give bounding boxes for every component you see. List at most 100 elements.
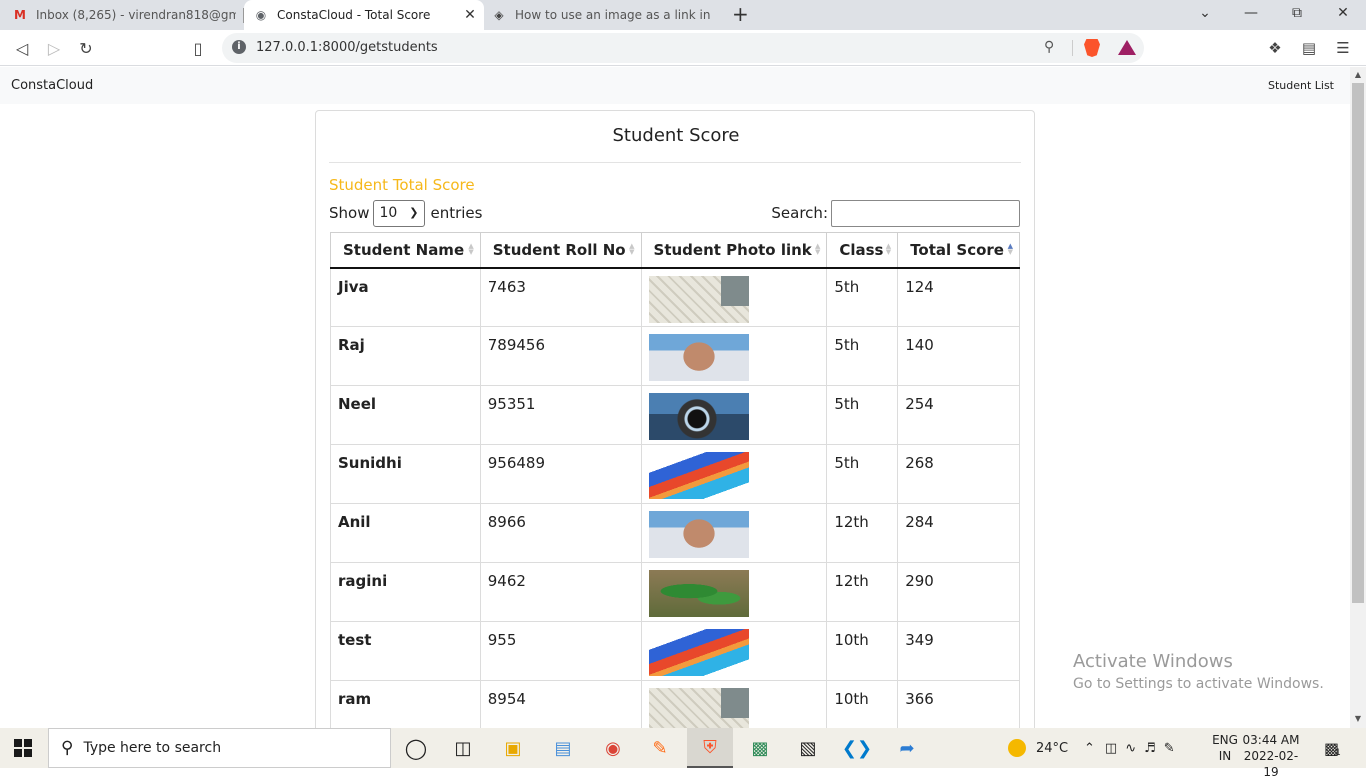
chevron-up-icon[interactable]: ⌃ xyxy=(1084,741,1095,756)
table-row: Neel 95351 5th 254 xyxy=(330,385,1020,445)
close-window-icon[interactable]: ✕ xyxy=(1333,5,1353,21)
language-indicator[interactable]: ENG IN xyxy=(1212,732,1238,764)
globe-icon: ◉ xyxy=(255,8,267,22)
column-header-class[interactable]: Class ▲ ▼ xyxy=(826,232,899,269)
class-cell: 5th xyxy=(826,385,899,445)
site-info-icon[interactable]: i xyxy=(232,40,246,54)
forward-icon[interactable]: ▷ xyxy=(44,38,64,58)
url-text[interactable]: 127.0.0.1:8000/getstudents xyxy=(256,40,438,55)
divider xyxy=(329,162,1021,163)
student-photo-link[interactable] xyxy=(648,452,749,499)
wallet-icon[interactable]: ▤ xyxy=(1300,39,1318,57)
photo-cell xyxy=(640,444,828,504)
student-name-cell: ragini xyxy=(330,562,481,622)
tab-gmail-inbox[interactable]: M Inbox (8,265) - virendran818@gmail.co xyxy=(0,0,243,30)
zoom-icon[interactable]: ⚲ xyxy=(1044,39,1054,55)
restore-icon[interactable]: ⧉ xyxy=(1287,5,1307,21)
column-header-total-score[interactable]: Total Score ▲ ▼ xyxy=(897,232,1020,269)
scrollbar-thumb[interactable] xyxy=(1352,83,1364,603)
sort-icon: ▲ ▼ xyxy=(468,242,474,256)
weather-widget[interactable]: 24°C xyxy=(1008,728,1068,768)
scroll-up-icon[interactable]: ▲ xyxy=(1350,70,1366,79)
card-subtitle: Student Total Score xyxy=(329,176,475,194)
arrow-app-icon[interactable]: ➦ xyxy=(884,728,930,768)
app-navbar: ConstaCloud Student List xyxy=(0,67,1350,104)
file-explorer-icon[interactable]: ▣ xyxy=(490,728,536,768)
chart-app-icon[interactable]: ▩ xyxy=(737,728,783,768)
page-scrollbar[interactable]: ▲ ▼ xyxy=(1350,67,1366,728)
class-cell: 5th xyxy=(826,267,899,327)
new-tab-icon[interactable]: + xyxy=(732,4,749,24)
bookmark-icon[interactable]: ▯ xyxy=(188,38,208,58)
notifications-icon[interactable]: ▩ 1 xyxy=(1324,728,1341,768)
browser-toolbar: ◁ ▷ ↻ ▯ i 127.0.0.1:8000/getstudents ⚲ ❖… xyxy=(0,30,1366,66)
taskbar-clock[interactable]: 03:44 AM 2022-02-19 xyxy=(1240,732,1302,780)
roll-no-cell: 9462 xyxy=(479,562,642,622)
terminal-icon[interactable]: ▧ xyxy=(785,728,831,768)
taskbar-search[interactable]: ⚲ Type here to search xyxy=(48,728,391,768)
close-tab-icon[interactable]: ✕ xyxy=(462,7,478,23)
student-photo-link[interactable] xyxy=(648,570,749,617)
table-row: Raj 789456 5th 140 xyxy=(330,326,1020,386)
chrome-icon[interactable]: ◉ xyxy=(590,728,636,768)
scroll-down-icon[interactable]: ▼ xyxy=(1350,714,1366,723)
student-photo-link[interactable] xyxy=(648,511,749,558)
laptop-app-icon[interactable]: ▤ xyxy=(540,728,586,768)
site-icon: ◈ xyxy=(494,8,504,22)
tab-image-link-help[interactable]: ◈ How to use an image as a link in HTM xyxy=(486,0,722,30)
class-cell: 10th xyxy=(826,680,899,728)
task-view-icon[interactable]: ◫ xyxy=(440,728,486,768)
entries-select[interactable]: 10 ❯ xyxy=(373,199,426,227)
total-score-cell: 124 xyxy=(897,267,1020,327)
search-icon: ⚲ xyxy=(61,738,74,758)
activate-windows-watermark: Activate Windows Go to Settings to activ… xyxy=(1073,651,1324,692)
wifi-icon[interactable]: ∿ xyxy=(1125,741,1136,756)
brand-link[interactable]: ConstaCloud xyxy=(11,78,93,93)
extensions-icon[interactable]: ❖ xyxy=(1266,39,1284,57)
tab-search-chevron-icon[interactable]: ⌄ xyxy=(1195,5,1215,21)
student-photo-link[interactable] xyxy=(648,334,749,381)
student-photo-link[interactable] xyxy=(648,393,749,440)
pen-icon[interactable]: ✎ xyxy=(1164,741,1175,756)
roll-no-cell: 8954 xyxy=(479,680,642,728)
column-header-roll-no[interactable]: Student Roll No ▲ ▼ xyxy=(479,232,642,269)
student-list-link[interactable]: Student List xyxy=(1268,79,1334,92)
minimize-icon[interactable]: — xyxy=(1241,5,1261,21)
photo-cell xyxy=(640,680,828,728)
device-icon[interactable]: ◫ xyxy=(1105,741,1117,756)
column-label: Class xyxy=(839,240,884,259)
brave-shields-icon[interactable] xyxy=(1084,39,1100,57)
column-header-student-name[interactable]: Student Name ▲ ▼ xyxy=(330,232,481,269)
table-search: Search: xyxy=(771,199,1020,227)
brave-rewards-icon[interactable] xyxy=(1118,40,1136,55)
student-photo-link[interactable] xyxy=(648,688,749,728)
volume-icon[interactable]: ♬ xyxy=(1144,741,1156,756)
photo-cell xyxy=(640,503,828,563)
brave-taskbar-icon[interactable]: ⛨ xyxy=(687,728,733,768)
roll-no-cell: 956489 xyxy=(479,444,642,504)
tab-title: How to use an image as a link in HTM xyxy=(515,8,715,22)
photo-cell xyxy=(640,267,828,327)
student-name-cell: Anil xyxy=(330,503,481,563)
class-cell: 5th xyxy=(826,326,899,386)
vscode-icon[interactable]: ❮❯ xyxy=(834,728,880,768)
entries-length-control: Show 10 ❯ entries xyxy=(329,199,482,227)
back-icon[interactable]: ◁ xyxy=(12,38,32,58)
student-photo-link[interactable] xyxy=(648,629,749,676)
cortana-icon[interactable]: ◯ xyxy=(393,728,439,768)
menu-icon[interactable]: ☰ xyxy=(1334,39,1352,57)
column-header-photo-link[interactable]: Student Photo link ▲ ▼ xyxy=(640,232,828,269)
system-tray: ⌃ ◫ ∿ ♬ ✎ xyxy=(1084,728,1175,768)
student-photo-link[interactable] xyxy=(648,275,749,323)
length-suffix: entries xyxy=(430,204,483,222)
roll-no-cell: 95351 xyxy=(479,385,642,445)
student-name-cell: Sunidhi xyxy=(330,444,481,504)
reload-icon[interactable]: ↻ xyxy=(76,38,96,58)
roll-no-cell: 8966 xyxy=(479,503,642,563)
photo-cell xyxy=(640,621,828,681)
tab-constacloud[interactable]: ◉ ConstaCloud - Total Score ✕ xyxy=(244,0,484,30)
pen-app-icon[interactable]: ✎ xyxy=(637,728,683,768)
search-input[interactable] xyxy=(831,199,1020,227)
windows-start-icon[interactable] xyxy=(14,739,32,757)
address-bar[interactable]: i 127.0.0.1:8000/getstudents ⚲ xyxy=(222,33,1144,63)
